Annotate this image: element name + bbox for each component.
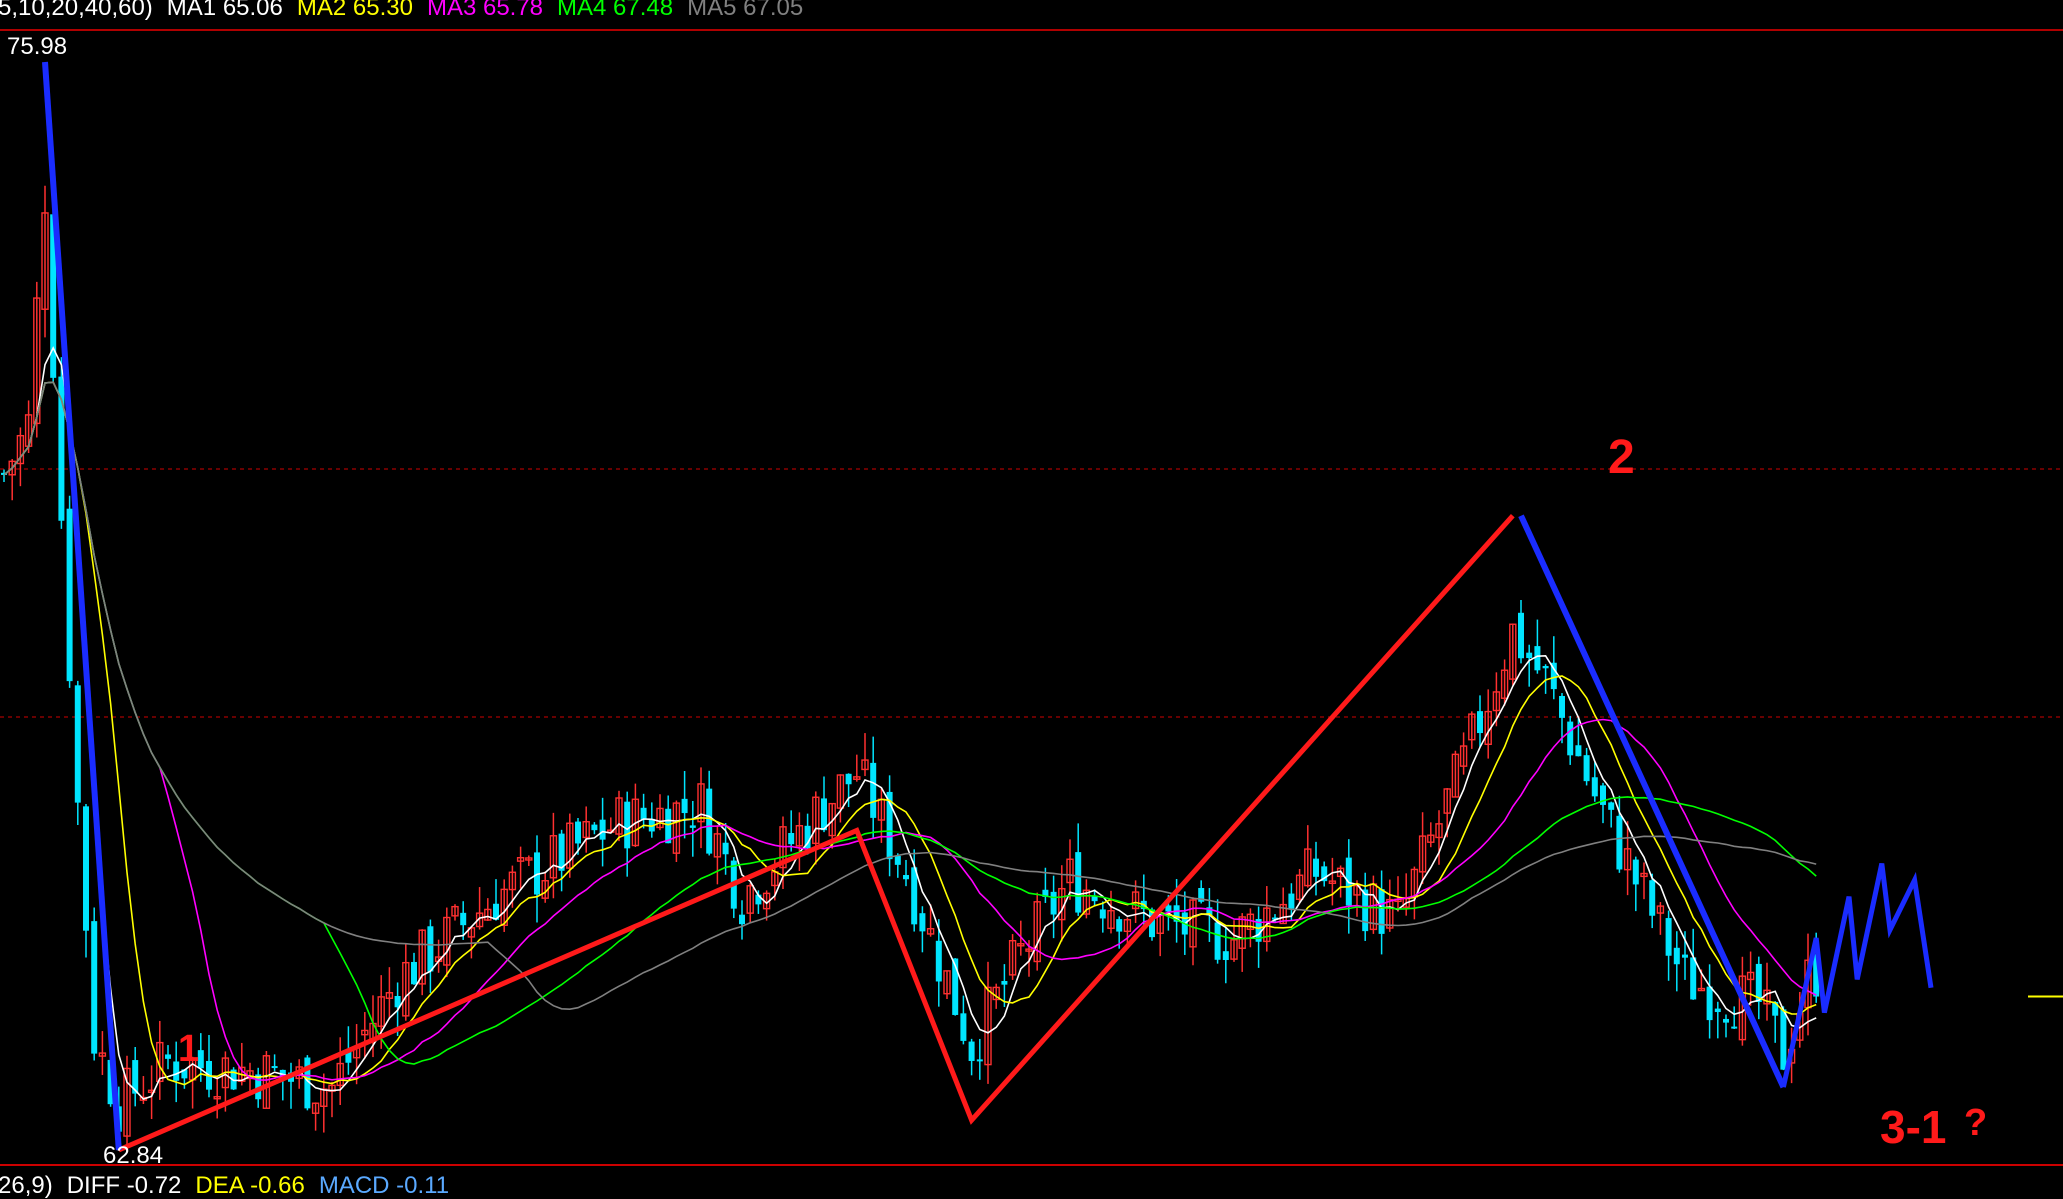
candle-body xyxy=(935,940,942,982)
candle-body xyxy=(911,867,918,925)
candle-body xyxy=(1723,1018,1729,1023)
candle-body xyxy=(271,1066,278,1069)
candle-body xyxy=(681,798,688,814)
candle-body xyxy=(1706,986,1713,1021)
candle-body xyxy=(66,508,73,682)
high-price-label: 75.98 xyxy=(7,33,68,60)
low-price-label: 62.84 xyxy=(103,1142,164,1169)
candle-body xyxy=(870,762,877,818)
candle-body xyxy=(1288,893,1295,909)
candle-body xyxy=(1534,646,1541,671)
candle-body xyxy=(960,1013,967,1041)
blue-wave-projection xyxy=(1780,862,1934,1088)
ma1-legend: MA1 65.06 xyxy=(166,0,283,21)
candle-body xyxy=(575,821,581,844)
candle-body xyxy=(1673,947,1680,965)
candle-body xyxy=(788,833,795,845)
candle-body xyxy=(1050,891,1057,915)
candle-body xyxy=(640,807,647,820)
candle-body xyxy=(1649,880,1656,916)
candle-body xyxy=(591,824,598,831)
blue-wave-decline-2 xyxy=(1518,514,1787,1089)
candle-body xyxy=(1583,755,1590,782)
ma-line-ma3 xyxy=(3,381,1817,1081)
candle-body xyxy=(1091,896,1098,902)
candle-body xyxy=(1362,889,1369,932)
candle-body xyxy=(1542,665,1549,669)
candle-body xyxy=(1313,858,1319,877)
candle-body xyxy=(1591,777,1598,797)
candle-body xyxy=(968,1041,975,1061)
ma-line-ma2 xyxy=(3,381,1817,1086)
candle-body xyxy=(1378,889,1385,934)
candle-body xyxy=(411,961,417,985)
candle-body xyxy=(1665,918,1672,956)
candle-body xyxy=(165,1054,171,1059)
moving-average-lines xyxy=(3,346,1817,1101)
candle-body xyxy=(821,798,827,831)
candle-body xyxy=(845,773,852,785)
candle-body xyxy=(1632,859,1639,885)
wave-label-question: ? xyxy=(1964,1102,1988,1144)
candle-body xyxy=(91,921,98,1054)
candle-body xyxy=(1714,1008,1721,1013)
blue-wave-decline-1 xyxy=(42,61,122,1151)
ma3-legend: MA3 65.78 xyxy=(426,0,544,21)
candle-body xyxy=(665,808,672,844)
candle-body xyxy=(1690,957,1697,1000)
candle-body xyxy=(722,842,729,855)
price-chart xyxy=(0,29,2063,1166)
candle-body xyxy=(706,788,713,854)
candle-body xyxy=(1567,721,1574,756)
wave-label-2: 2 xyxy=(1608,431,1635,484)
candle-body xyxy=(1222,951,1229,961)
ma4-legend: MA4 67.48 xyxy=(557,0,674,21)
candle-body xyxy=(894,855,901,865)
candle-body xyxy=(624,801,631,849)
candle-body xyxy=(1682,954,1688,958)
candle-body xyxy=(1559,695,1565,718)
candle-body xyxy=(689,825,696,828)
candle-body xyxy=(83,806,89,931)
candle-body xyxy=(427,926,434,972)
candle-body xyxy=(1116,919,1123,932)
candle-body xyxy=(1214,922,1221,960)
candle-body xyxy=(1477,711,1483,734)
candlestick-series xyxy=(1,185,1820,1151)
candle-body xyxy=(1001,981,1008,985)
candle-body xyxy=(1526,652,1533,659)
wave-label-3-1: 3-1 xyxy=(1880,1101,1947,1153)
wave-label-1: 1 xyxy=(178,1028,200,1070)
macd-legend: 26,9) DIFF -0.72 DEA -0.66 MACD -0.11 xyxy=(0,1174,463,1198)
ma2-legend: MA2 65.30 xyxy=(296,0,413,21)
candle-body xyxy=(1518,612,1524,659)
candle-body xyxy=(739,914,745,925)
candle-body xyxy=(1575,745,1582,757)
candle-body xyxy=(976,1059,983,1062)
candle-body xyxy=(1099,909,1106,919)
candle-body xyxy=(903,875,909,880)
candle-body xyxy=(1608,802,1615,810)
ma-line-ma5 xyxy=(3,381,1817,1011)
candle-body xyxy=(1780,1009,1787,1070)
candle-body xyxy=(1075,852,1082,913)
candle-body xyxy=(460,912,467,926)
candle-body xyxy=(919,913,926,932)
ma-legend-prefix: 5,10,20,40,60) xyxy=(0,0,153,21)
candle-body xyxy=(1731,1026,1738,1029)
candle-body xyxy=(1616,815,1623,870)
ma5-legend: MA5 67.05 xyxy=(687,0,804,21)
candle-body xyxy=(74,685,81,803)
ma-line-ma1 xyxy=(3,346,1817,1101)
ma-legend: 5,10,20,40,60) MA1 65.06 MA2 65.30 MA3 65.7… xyxy=(0,0,817,20)
candle-body xyxy=(599,819,606,840)
